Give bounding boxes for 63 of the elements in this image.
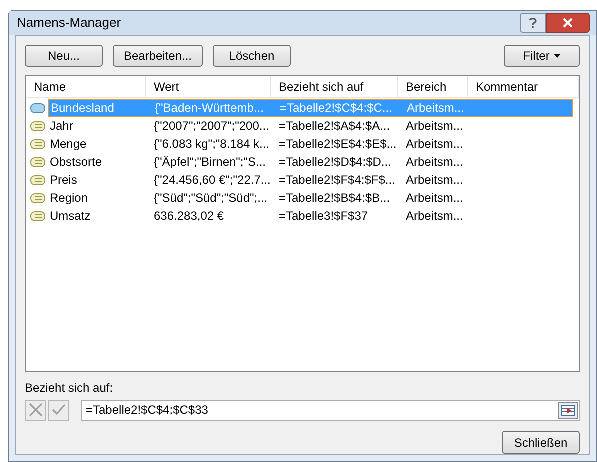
list-row[interactable]: Jahr {"2007";"2007";"200... =Tabelle2!$A$4:$A... Arbeitsm... bbox=[48, 117, 573, 135]
list-row[interactable]: Obstsorte {"Äpfel";"Birnen";"S... =Tabelle2!$D$4:$D... Arbeitsm... bbox=[48, 153, 573, 171]
close-button[interactable] bbox=[546, 13, 590, 33]
cross-icon bbox=[28, 403, 42, 417]
toolbar-button[interactable]: Bearbeiten... bbox=[113, 45, 203, 67]
caret-icon bbox=[554, 54, 561, 58]
table-cell-text: Arbeitsm... bbox=[405, 154, 464, 171]
window-title: Namens-Manager bbox=[17, 14, 122, 32]
refers-to-field[interactable]: =Tabelle2!$C$4:$C$33 bbox=[81, 400, 580, 420]
table-cell-text: Region bbox=[49, 190, 90, 207]
name-tag-icon bbox=[30, 174, 46, 186]
table-cell-text: Arbeitsm... bbox=[405, 208, 464, 225]
close-icon bbox=[562, 18, 574, 28]
column-header[interactable]: Bereich bbox=[406, 78, 447, 96]
table-cell-text: Bundesland bbox=[50, 100, 116, 117]
table-cell-text: =Tabelle2!$B$4:$B... bbox=[278, 190, 392, 207]
name-tag-icon bbox=[30, 102, 46, 114]
table-cell-text: {"24.456,60 €";"22.7... bbox=[153, 172, 271, 189]
list-row[interactable]: Umsatz 636.283,02 € =Tabelle3!$F$37 Arbeitsm... bbox=[48, 207, 573, 225]
name-tag-icon bbox=[30, 156, 46, 168]
close-dialog-button[interactable]: Schließen bbox=[502, 431, 580, 454]
refers-to-label: Bezieht sich auf: bbox=[25, 380, 114, 397]
table-cell-text: =Tabelle2!$F$4:$F$... bbox=[278, 172, 396, 189]
help-button[interactable] bbox=[520, 13, 546, 33]
table-cell-text: Umsatz bbox=[49, 208, 92, 225]
column-header[interactable]: Wert bbox=[154, 78, 180, 96]
table-cell-text: {"Süd";"Süd";"Süd";... bbox=[153, 190, 269, 207]
toolbar-button[interactable]: Löschen bbox=[213, 45, 291, 67]
table-cell-text: {"Baden-Württemb... bbox=[154, 100, 265, 117]
name-tag-icon bbox=[30, 192, 46, 204]
table-cell-text: =Tabelle2!$C$4:$C... bbox=[279, 100, 394, 117]
table-cell-text: =Tabelle3!$F$37 bbox=[278, 208, 370, 225]
help-icon bbox=[528, 17, 538, 29]
table-cell-text: =Tabelle2!$D$4:$D... bbox=[278, 154, 392, 171]
table-cell-text: Menge bbox=[49, 136, 88, 153]
table-cell-text: {"6.083 kg";"8.184 k... bbox=[153, 136, 271, 153]
table-cell-text: Arbeitsm... bbox=[406, 100, 466, 117]
check-icon bbox=[52, 404, 66, 416]
list-row[interactable]: Preis {"24.456,60 €";"22.7... =Tabelle2!$F$4:$F$... Arbeitsm... bbox=[48, 171, 573, 189]
table-cell-text: Preis bbox=[49, 172, 78, 189]
table-cell-text: 636.283,02 € bbox=[153, 208, 226, 225]
table-cell-text: Arbeitsm... bbox=[405, 172, 464, 189]
table-cell-text: {"Äpfel";"Birnen";"S... bbox=[153, 154, 268, 171]
table-cell-text: {"2007";"2007";"200... bbox=[153, 118, 270, 135]
name-tag-icon bbox=[30, 138, 46, 150]
table-cell-text: =Tabelle2!$E$4:$E$... bbox=[278, 136, 398, 153]
table-cell-text: Obstsorte bbox=[49, 154, 104, 171]
list-row[interactable]: Region {"Süd";"Süd";"Süd";... =Tabelle2!$B$4:$B... Arbeitsm... bbox=[48, 189, 573, 207]
range-picker-button[interactable] bbox=[558, 402, 578, 418]
name-tag-icon bbox=[30, 210, 46, 222]
column-header[interactable]: Bezieht sich auf bbox=[279, 78, 364, 96]
name-tag-icon bbox=[30, 120, 46, 132]
column-header[interactable]: Name bbox=[34, 78, 66, 96]
table-cell-text: Jahr bbox=[49, 118, 74, 135]
table-cell-text: =Tabelle2!$A$4:$A... bbox=[278, 118, 392, 135]
filter-button[interactable]: Filter bbox=[504, 45, 580, 67]
range-select-icon bbox=[561, 404, 575, 416]
table-cell-text: Arbeitsm... bbox=[405, 190, 464, 207]
list-row[interactable]: Menge {"6.083 kg";"8.184 k... =Tabelle2!$E$4:$E$... Arbeitsm... bbox=[48, 135, 573, 153]
table-cell-text: Arbeitsm... bbox=[405, 118, 464, 135]
table-cell-text: Arbeitsm... bbox=[405, 136, 464, 153]
column-header[interactable]: Kommentar bbox=[476, 78, 538, 96]
toolbar-button[interactable]: Neu... bbox=[25, 45, 103, 67]
